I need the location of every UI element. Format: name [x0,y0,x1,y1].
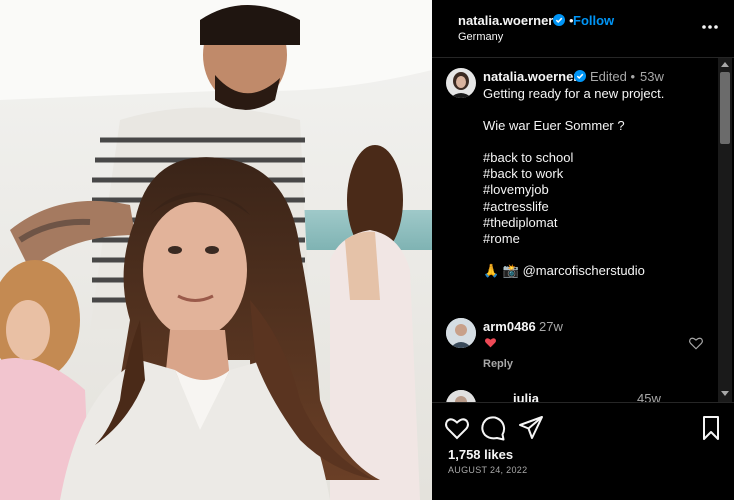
scroll-down-arrow-icon[interactable] [721,391,729,396]
post-date: AUGUST 24, 2022 [448,465,528,475]
caption-mention[interactable]: 🙏 📸 @marcofischerstudio [483,263,645,279]
caption-line: Getting ready for a new project. [483,86,665,101]
caption-line: Wie war Euer Sommer ? [483,118,625,133]
share-icon[interactable] [518,415,544,441]
save-bookmark-icon[interactable] [698,415,724,441]
commenter-avatar[interactable] [446,318,476,348]
post-actions: 1,758 likes AUGUST 24, 2022 [432,402,734,500]
comment-icon[interactable] [480,415,506,441]
comments-section[interactable]: natalia.woerner Edited • 53w Getting rea… [432,58,734,402]
commenter-avatar-image [446,390,476,402]
author-avatar[interactable] [446,68,476,98]
caption-hashtag[interactable]: #lovemyjob [483,182,549,197]
caption-hashtag[interactable]: #rome [483,231,520,246]
caption-edited-label: Edited • [590,69,636,84]
caption-hashtag[interactable]: #actresslife [483,199,549,214]
author-username[interactable]: natalia.woerner [458,13,553,28]
reply-button[interactable]: Reply [483,358,513,370]
post-photo[interactable] [0,0,432,500]
caption-hashtag[interactable]: #thediplomat [483,215,557,230]
comment-username[interactable]: arm0486 [483,319,536,334]
comment-username[interactable]: julia [513,391,539,402]
post-header: natalia.woerner • Follow Germany [432,0,734,58]
scroll-up-arrow-icon[interactable] [721,62,729,67]
follow-button[interactable]: Follow [573,13,614,28]
commenter-avatar-image [446,318,476,348]
photo-illustration [0,0,432,500]
caption-hashtag[interactable]: #back to work [483,166,563,181]
comment-timestamp: 27w [539,319,563,334]
caption-hashtag[interactable]: #back to school [483,150,573,165]
post-detail-panel: natalia.woerner • Follow Germany natalia… [432,0,734,500]
post-location[interactable]: Germany [458,31,503,43]
comment-timestamp: 45w [637,391,661,402]
caption-username[interactable]: natalia.woerner [483,69,578,84]
commenter-avatar[interactable] [446,390,476,402]
like-comment-icon[interactable] [688,336,704,350]
comments-scrollbar[interactable] [718,58,732,402]
like-icon[interactable] [444,415,470,441]
verified-badge-icon [553,14,565,26]
scrollbar-thumb[interactable] [720,72,730,144]
likes-count[interactable]: 1,758 likes [448,447,513,462]
author-avatar-image [446,68,476,98]
red-heart-icon [485,338,496,348]
caption-verified-badge-icon [574,70,586,82]
more-options-icon[interactable] [700,20,720,34]
caption-timestamp[interactable]: 53w [640,69,664,84]
